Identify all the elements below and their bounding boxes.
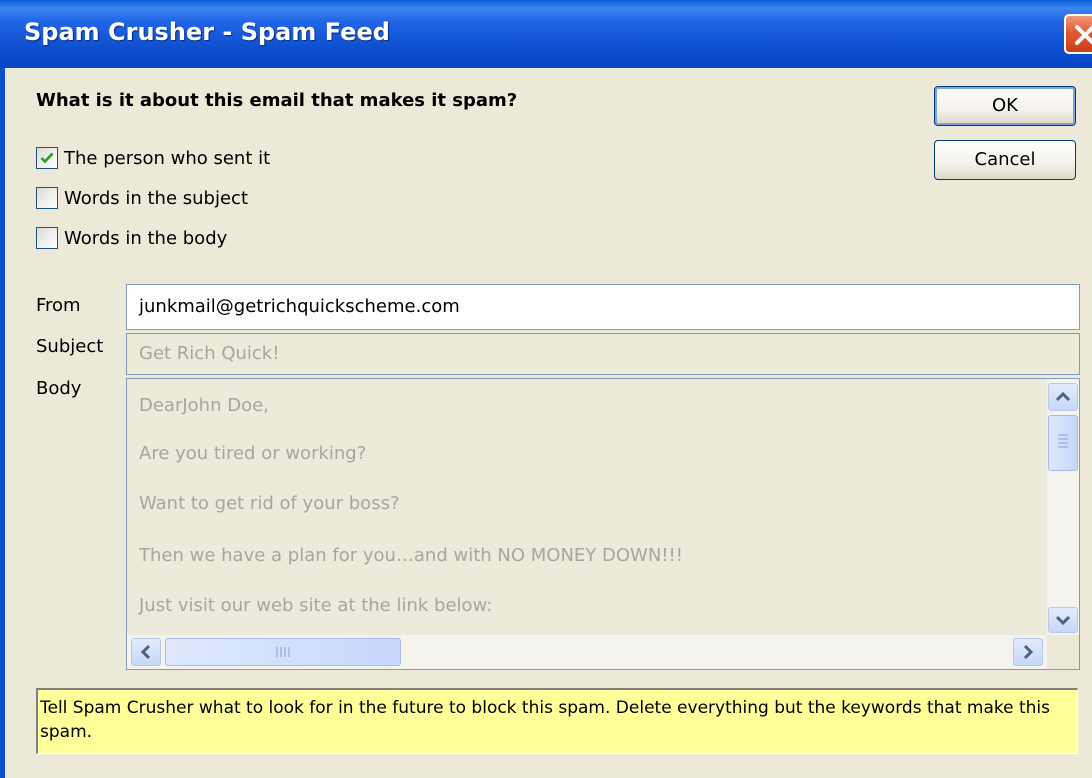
body-checkbox-label: Words in the body [64, 227, 228, 249]
grip-icon [1058, 434, 1068, 448]
from-label: From [36, 295, 81, 316]
arrow-left-icon [140, 644, 151, 660]
body-line: Want to get rid of your boss? [139, 493, 400, 514]
scroll-down-button[interactable] [1048, 607, 1078, 633]
criterion-sender[interactable]: The person who sent it [36, 145, 270, 171]
body-textarea: DearJohn Doe, Are you tired or working? … [126, 378, 1080, 670]
scrollbar-corner [1047, 635, 1079, 669]
scroll-left-button[interactable] [131, 638, 161, 666]
question-heading: What is it about this email that makes i… [36, 90, 518, 111]
hint-message: Tell Spam Crusher what to look for in th… [36, 688, 1078, 754]
ok-button[interactable]: OK [934, 86, 1076, 126]
body-line: Just visit our web site at the link belo… [139, 595, 493, 616]
body-checkbox[interactable] [36, 227, 58, 249]
subject-label: Subject [36, 336, 104, 357]
grip-icon [276, 647, 290, 657]
arrow-right-icon [1023, 644, 1034, 660]
arrow-up-icon [1055, 391, 1071, 402]
subject-field: Get Rich Quick! [126, 333, 1080, 375]
checkmark-icon [40, 152, 54, 164]
scroll-up-button[interactable] [1048, 383, 1078, 411]
horizontal-scrollbar[interactable] [127, 635, 1047, 669]
subject-checkbox[interactable] [36, 187, 58, 209]
horizontal-scroll-thumb[interactable] [165, 638, 401, 666]
close-button[interactable] [1064, 14, 1092, 54]
scroll-right-button[interactable] [1013, 638, 1043, 666]
criterion-body[interactable]: Words in the body [36, 225, 227, 251]
vertical-scrollbar[interactable] [1047, 379, 1079, 635]
title-bar[interactable]: Spam Crusher - Spam Feed [0, 0, 1092, 68]
from-field[interactable]: junkmail@getrichquickscheme.com [126, 284, 1080, 330]
body-label: Body [36, 378, 82, 399]
window-title: Spam Crusher - Spam Feed [24, 18, 390, 46]
spam-feed-dialog: Spam Crusher - Spam Feed What is it abou… [0, 0, 1092, 778]
window-border [0, 68, 5, 778]
sender-checkbox[interactable] [36, 147, 58, 169]
cancel-button[interactable]: Cancel [934, 140, 1076, 180]
sender-checkbox-label: The person who sent it [64, 147, 271, 169]
subject-checkbox-label: Words in the subject [64, 187, 248, 209]
arrow-down-icon [1055, 615, 1071, 626]
body-line: Then we have a plan for you…and with NO … [139, 545, 683, 566]
criterion-subject[interactable]: Words in the subject [36, 185, 248, 211]
body-line: Are you tired or working? [139, 443, 367, 464]
body-line: DearJohn Doe, [139, 395, 269, 416]
vertical-scroll-thumb[interactable] [1048, 415, 1078, 471]
close-icon [1075, 25, 1092, 45]
